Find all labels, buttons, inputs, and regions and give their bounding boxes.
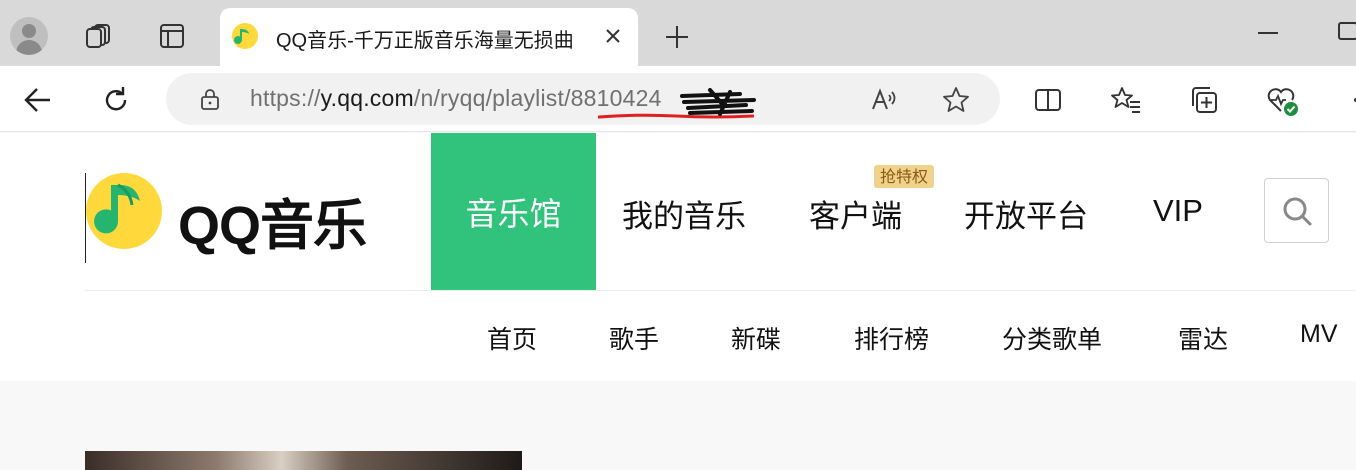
subnav-new-albums[interactable]: 新碟 — [731, 320, 781, 356]
header-divider — [85, 290, 1356, 291]
nav-open-platform[interactable]: 开放平台 — [964, 191, 1088, 236]
url-path: /n/ryqq/playlist/8810424 — [413, 85, 662, 111]
close-icon[interactable] — [600, 23, 626, 49]
client-badge: 抢特权 — [874, 165, 935, 188]
nav-music-hall[interactable]: 音乐馆 — [431, 133, 596, 290]
qq-music-favicon — [232, 23, 258, 49]
lock-icon[interactable] — [198, 87, 222, 111]
address-bar[interactable]: https://y.qq.com/n/ryqq/playlist/8810424 — [166, 73, 1000, 125]
subnav-mv[interactable]: MV — [1300, 320, 1338, 349]
subnav-singers[interactable]: 歌手 — [609, 320, 659, 356]
vertical-tabs-icon[interactable] — [153, 17, 191, 55]
search-icon — [1283, 197, 1311, 225]
subnav-home[interactable]: 首页 — [487, 320, 537, 356]
tab-active[interactable]: QQ音乐-千万正版音乐海量无损曲 — [220, 8, 638, 66]
subnav-radar[interactable]: 雷达 — [1178, 320, 1228, 356]
logo-text: QQ音乐 — [178, 196, 367, 256]
read-aloud-icon[interactable] — [868, 84, 900, 116]
qq-music-logo-icon — [86, 173, 162, 249]
plus-icon[interactable] — [660, 20, 694, 54]
nav-my-music[interactable]: 我的音乐 — [622, 191, 746, 236]
playlist-cover-image[interactable] — [85, 451, 522, 470]
tab-title: QQ音乐-千万正版音乐海量无损曲 — [276, 30, 574, 52]
back-arrow-icon[interactable] — [18, 80, 58, 120]
search-button[interactable] — [1264, 178, 1329, 243]
favorites-icon[interactable] — [1106, 80, 1146, 120]
browser-tab-bar: QQ音乐-千万正版音乐海量无损曲 — [0, 0, 1356, 66]
nav-client[interactable]: 客户端 — [809, 191, 902, 236]
subnav-charts[interactable]: 排行榜 — [854, 320, 929, 356]
maximize-window-icon[interactable] — [1338, 22, 1356, 40]
site-header: QQ音乐 音乐馆 我的音乐 客户端 抢特权 开放平台 VIP 首页 歌手 新碟 … — [0, 133, 1356, 381]
nav-vip[interactable]: VIP — [1153, 193, 1203, 229]
split-screen-icon[interactable] — [1028, 80, 1068, 120]
url-scheme: https:// — [250, 85, 321, 111]
collections-icon[interactable] — [1184, 80, 1224, 120]
workspaces-icon[interactable] — [80, 17, 118, 55]
subnav-category-playlists[interactable]: 分类歌单 — [1002, 320, 1102, 356]
star-icon[interactable] — [940, 84, 972, 116]
refresh-icon[interactable] — [96, 80, 136, 120]
browser-essentials-icon[interactable] — [1262, 80, 1302, 120]
url-host: y.qq.com — [320, 85, 414, 111]
url-text[interactable]: https://y.qq.com/n/ryqq/playlist/8810424 — [250, 85, 662, 112]
avatar-icon[interactable] — [10, 17, 48, 55]
more-icon[interactable] — [1336, 80, 1356, 120]
minimize-window-icon[interactable] — [1258, 32, 1278, 34]
page-content: QQ音乐 音乐馆 我的音乐 客户端 抢特权 开放平台 VIP 首页 歌手 新碟 … — [0, 133, 1356, 470]
redaction-scribble — [680, 88, 756, 116]
browser-toolbar: https://y.qq.com/n/ryqq/playlist/8810424 — [0, 66, 1356, 132]
site-logo[interactable]: QQ音乐 — [86, 171, 386, 256]
